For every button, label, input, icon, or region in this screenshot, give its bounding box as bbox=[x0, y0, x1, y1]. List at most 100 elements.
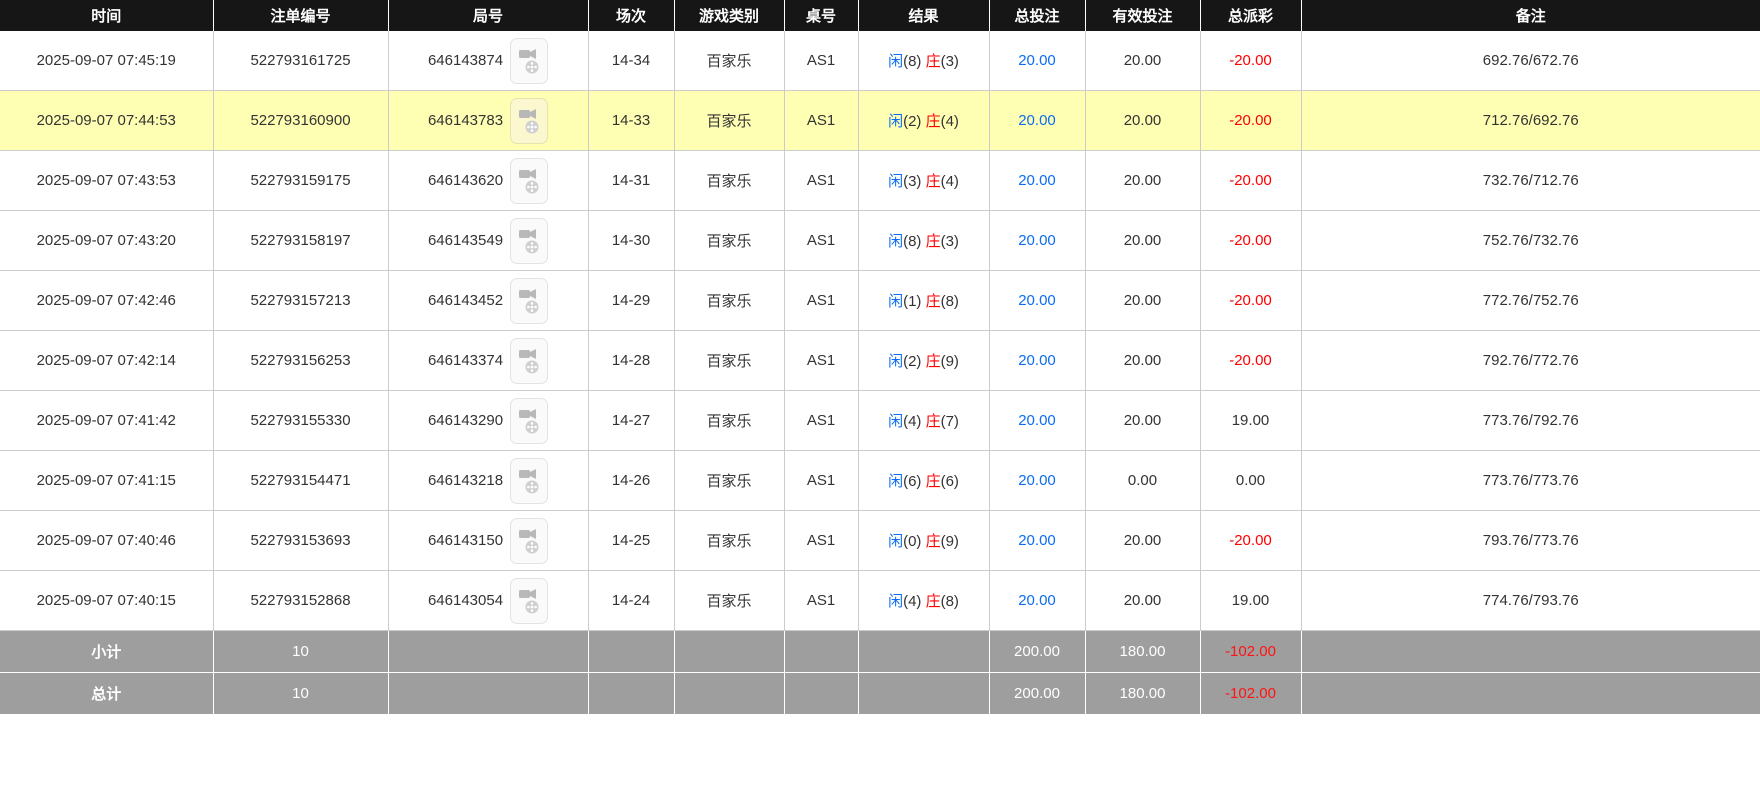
result-player-score: (6) bbox=[903, 473, 926, 490]
result-banker-score: (9) bbox=[940, 353, 959, 370]
table-number-cell: AS1 bbox=[783, 450, 859, 511]
result-player-score: (2) bbox=[903, 353, 926, 370]
summary-empty-cell bbox=[674, 672, 785, 714]
game-type-value: 百家乐 bbox=[706, 113, 752, 130]
result-banker-label: 庄 bbox=[925, 473, 941, 490]
summary-remark-cell bbox=[1301, 630, 1760, 673]
summary-empty-cell bbox=[388, 672, 589, 714]
payout-value: -20.00 bbox=[1229, 352, 1272, 369]
video-replay-button[interactable] bbox=[510, 457, 549, 504]
summary-empty-cell bbox=[588, 630, 675, 673]
session-cell: 14-25 bbox=[587, 510, 675, 571]
subtotal-row: 小计 10 200.00 180.00 -102.00 bbox=[0, 630, 1760, 673]
table-number-cell: AS1 bbox=[783, 330, 859, 391]
payout-cell: 19.00 bbox=[1199, 570, 1302, 631]
session-cell: 14-30 bbox=[587, 210, 675, 271]
round-number-value: 646143150 bbox=[427, 532, 504, 549]
game-type-cell: 百家乐 bbox=[673, 450, 785, 511]
remark-value: 752.76/732.76 bbox=[1482, 232, 1579, 249]
result-cell: 闲(8) 庄(3) bbox=[857, 210, 990, 271]
video-replay-icon bbox=[519, 468, 539, 493]
result-player-score: (2) bbox=[903, 113, 926, 130]
result-banker-label: 庄 bbox=[925, 53, 941, 70]
result-banker-label: 庄 bbox=[925, 533, 941, 550]
table-footer: 小计 10 200.00 180.00 -102.00 总计 10 200.00 180.00-… bbox=[0, 630, 1760, 714]
game-type-value: 百家乐 bbox=[706, 593, 752, 610]
table-row[interactable]: 2025-09-07 07:40:15 522793152868 646143054… bbox=[0, 570, 1760, 631]
payout-cell: -20.00 bbox=[1199, 510, 1302, 571]
valid-bet-cell: 20.00 bbox=[1084, 31, 1201, 91]
video-replay-button[interactable] bbox=[510, 37, 549, 84]
video-replay-button[interactable] bbox=[510, 157, 549, 204]
table-body: 2025-09-07 07:45:19 522793161725 646143874… bbox=[0, 31, 1760, 631]
session-cell: 14-27 bbox=[587, 390, 675, 451]
result-banker-label: 庄 bbox=[925, 113, 941, 130]
game-type-value: 百家乐 bbox=[706, 53, 752, 70]
table-row[interactable]: 2025-09-07 07:42:14 522793156253 646143374… bbox=[0, 330, 1760, 391]
result-cell: 闲(6) 庄(6) bbox=[857, 450, 990, 511]
remark-value: 773.76/773.76 bbox=[1482, 472, 1579, 489]
valid-bet-value: 20.00 bbox=[1123, 172, 1162, 189]
table-number-value: AS1 bbox=[806, 352, 836, 369]
result-banker-score: (7) bbox=[940, 413, 959, 430]
time-value: 2025-09-07 07:42:14 bbox=[36, 352, 176, 369]
table-row[interactable]: 2025-09-07 07:41:15 522793154471 646143218… bbox=[0, 450, 1760, 511]
total-bet-cell: 20.00 bbox=[988, 210, 1086, 271]
total-bet-cell: 20.00 bbox=[988, 570, 1086, 631]
round-number-group: 646143783 bbox=[393, 97, 584, 144]
session-value: 14-29 bbox=[611, 292, 651, 309]
time-cell: 2025-09-07 07:44:53 bbox=[0, 90, 214, 151]
time-cell: 2025-09-07 07:45:19 bbox=[0, 31, 214, 91]
video-replay-button[interactable] bbox=[510, 97, 549, 144]
video-replay-icon bbox=[519, 348, 539, 373]
summary-count-cell: 10 bbox=[213, 630, 389, 673]
round-number-value: 646143620 bbox=[427, 172, 504, 189]
table-row[interactable]: 2025-09-07 07:43:20 522793158197 646143549… bbox=[0, 210, 1760, 271]
video-replay-button[interactable] bbox=[510, 577, 549, 624]
video-replay-button[interactable] bbox=[510, 217, 549, 264]
total-bet-value: 20.00 bbox=[1018, 232, 1056, 249]
time-value: 2025-09-07 07:43:53 bbox=[36, 172, 176, 189]
time-cell: 2025-09-07 07:40:15 bbox=[0, 570, 214, 631]
result-banker-label: 庄 bbox=[925, 173, 941, 190]
table-row[interactable]: 2025-09-07 07:40:46 522793153693 646143150… bbox=[0, 510, 1760, 571]
col-header-round-number: 局号 bbox=[388, 0, 589, 31]
round-number-value: 646143374 bbox=[427, 352, 504, 369]
table-row[interactable]: 2025-09-07 07:45:19 522793161725 646143874… bbox=[0, 31, 1760, 91]
result-player-label: 闲 bbox=[888, 413, 904, 430]
remark-value: 774.76/793.76 bbox=[1482, 592, 1579, 609]
table-number-value: AS1 bbox=[806, 232, 836, 249]
summary-empty-cell bbox=[858, 672, 990, 714]
round-number-group: 646143290 bbox=[393, 397, 584, 444]
table-row[interactable]: 2025-09-07 07:41:42 522793155330 646143290… bbox=[0, 390, 1760, 451]
session-cell: 14-24 bbox=[587, 570, 675, 631]
col-header-table-number: 桌号 bbox=[784, 0, 859, 31]
table-row[interactable]: 2025-09-07 07:43:53 522793159175 646143620… bbox=[0, 150, 1760, 211]
result-player-score: (0) bbox=[903, 533, 926, 550]
table-number-value: AS1 bbox=[806, 112, 836, 129]
payout-cell: -20.00 bbox=[1199, 210, 1302, 271]
bet-number-cell: 522793159175 bbox=[212, 150, 389, 211]
summary-total-bet-cell: 200.00 bbox=[989, 672, 1086, 714]
valid-bet-cell: 0.00 bbox=[1084, 450, 1201, 511]
video-replay-button[interactable] bbox=[510, 337, 549, 384]
summary-empty-cell bbox=[784, 630, 859, 673]
bet-number-value: 522793152868 bbox=[250, 592, 351, 609]
table-row[interactable]: 2025-09-07 07:44:53 522793160900 646143783… bbox=[0, 90, 1760, 151]
remark-cell: 692.76/672.76 bbox=[1300, 31, 1760, 91]
result-banker-label: 庄 bbox=[925, 413, 941, 430]
video-replay-button[interactable] bbox=[510, 397, 549, 444]
result-banker-score: (8) bbox=[940, 593, 959, 610]
video-replay-button[interactable] bbox=[510, 517, 549, 564]
remark-value: 732.76/712.76 bbox=[1482, 172, 1579, 189]
total-bet-cell: 20.00 bbox=[988, 150, 1086, 211]
result-cell: 闲(4) 庄(8) bbox=[857, 570, 990, 631]
video-replay-button[interactable] bbox=[510, 277, 549, 324]
result-banker-score: (6) bbox=[940, 473, 959, 490]
table-row[interactable]: 2025-09-07 07:42:46 522793157213 646143452… bbox=[0, 270, 1760, 331]
game-type-cell: 百家乐 bbox=[673, 510, 785, 571]
bet-number-value: 522793157213 bbox=[250, 292, 351, 309]
result-banker-score: (9) bbox=[940, 533, 959, 550]
table-number-value: AS1 bbox=[806, 592, 836, 609]
summary-label-cell: 小计 bbox=[0, 630, 214, 673]
